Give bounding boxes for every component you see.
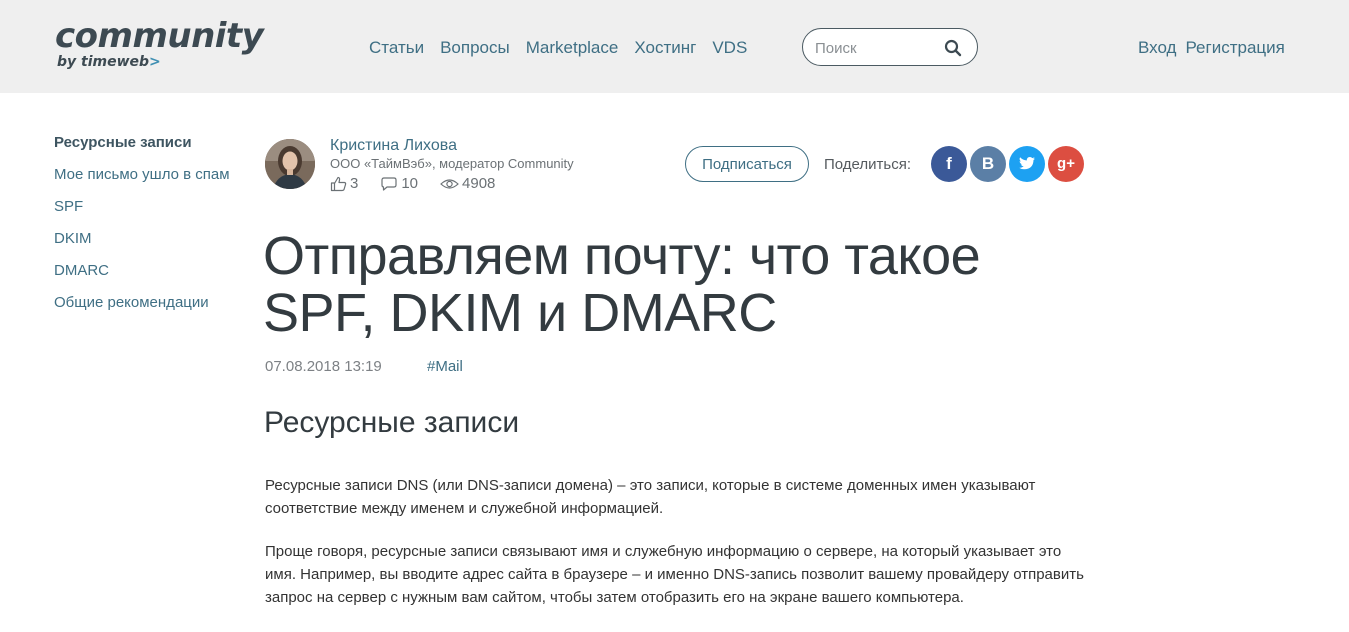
article-date: 07.08.2018 13:19 (265, 358, 382, 375)
views-count: 4908 (462, 175, 496, 192)
subscribe-button[interactable]: Подписаться (685, 146, 809, 182)
toc-item-resource-records[interactable]: Ресурсные записи (54, 133, 230, 153)
facebook-icon[interactable]: f (931, 146, 967, 182)
thumbs-up-icon (330, 176, 347, 192)
comments-count: 10 (401, 175, 419, 192)
likes-count: 3 (350, 175, 359, 192)
article-stats: 3 10 4908 (330, 174, 517, 194)
nav-item-articles[interactable]: Статьи (369, 37, 424, 59)
comments-stat[interactable]: 10 (380, 174, 418, 194)
author-role: ООО «ТаймВэб», модератор Community (330, 156, 574, 171)
likes-stat[interactable]: 3 (330, 174, 358, 194)
nav-item-marketplace[interactable]: Marketplace (526, 37, 619, 59)
logo-sub-text: by timeweb> (57, 54, 263, 70)
twitter-icon[interactable] (1009, 146, 1045, 182)
section-title: Ресурсные записи (264, 406, 520, 439)
author-name[interactable]: Кристина Лихова (330, 136, 457, 156)
article-paragraph: Ресурсные записи DNS (или DNS-записи дом… (265, 477, 1036, 517)
toc-item-dmarc[interactable]: DMARC (54, 261, 230, 281)
logo-main-text: community (55, 16, 264, 56)
vk-icon[interactable]: B (970, 146, 1006, 182)
search-input[interactable] (815, 38, 935, 58)
avatar-image (265, 139, 315, 189)
site-logo[interactable]: community by timeweb> (55, 16, 264, 70)
nav-item-vds[interactable]: VDS (712, 37, 747, 59)
article-paragraph: Проще говоря, ресурсные записи связывают… (265, 543, 1084, 606)
author-avatar[interactable] (265, 139, 315, 189)
site-header: community by timeweb> Статьи Вопросы Mar… (0, 0, 1349, 93)
nav-item-questions[interactable]: Вопросы (440, 37, 510, 59)
login-link[interactable]: Вход (1138, 37, 1176, 59)
logo-sub-label: by timeweb (57, 54, 150, 70)
article-title: Отправляем почту: что такое SPF, DKIM и … (263, 226, 981, 343)
auth-links: Вход Регистрация (1138, 37, 1294, 59)
toc-item-spam[interactable]: Мое письмо ушло в спам (54, 165, 230, 185)
register-link[interactable]: Регистрация (1185, 37, 1284, 59)
search-icon[interactable] (944, 39, 962, 57)
article-tag[interactable]: #Mail (427, 357, 463, 377)
nav-item-hosting[interactable]: Хостинг (634, 37, 696, 59)
table-of-contents: Ресурсные записи Мое письмо ушло в спам … (54, 133, 230, 325)
main-nav: Статьи Вопросы Marketplace Хостинг VDS (369, 37, 763, 59)
search-box (802, 28, 978, 66)
toc-item-recommendations[interactable]: Общие рекомендации (54, 293, 230, 313)
comment-icon (381, 177, 397, 191)
toc-item-spf[interactable]: SPF (54, 197, 230, 217)
share-label: Поделиться: (824, 156, 911, 173)
twitter-bird-shape (1019, 157, 1035, 170)
logo-arrow-icon: > (149, 54, 161, 70)
views-stat: 4908 (440, 174, 495, 194)
eye-icon (440, 179, 459, 189)
toc-item-dkim[interactable]: DKIM (54, 229, 230, 249)
google-plus-icon[interactable]: g+ (1048, 146, 1084, 182)
